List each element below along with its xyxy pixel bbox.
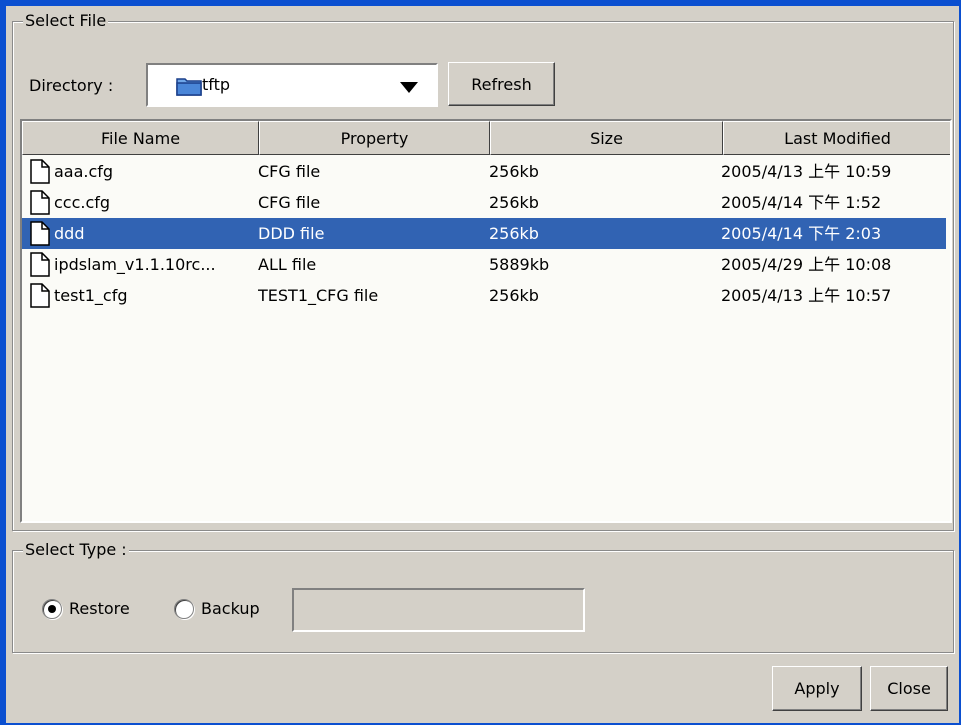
table-row[interactable]: test1_cfg TEST1_CFG file 256kb 2005/4/13… [22, 280, 946, 311]
select-file-legend: Select File [23, 11, 109, 30]
cell-property: ALL file [258, 255, 317, 274]
file-table: File Name Property Size Last Modified aa… [20, 119, 952, 523]
restore-label[interactable]: Restore [69, 599, 130, 619]
column-header-property[interactable]: Property [259, 121, 490, 155]
cell-last-modified: 2005/4/29 上午 10:08 [721, 255, 892, 274]
cell-size: 256kb [489, 286, 539, 305]
directory-combobox[interactable]: tftp [146, 63, 438, 107]
cell-file-name: aaa.cfg [54, 162, 114, 181]
column-header-size[interactable]: Size [490, 121, 723, 155]
restore-radio[interactable] [42, 599, 62, 619]
cell-size: 256kb [489, 162, 539, 181]
cell-property: CFG file [258, 193, 321, 212]
apply-button[interactable]: Apply [772, 666, 862, 711]
directory-label: Directory : [29, 76, 114, 95]
cell-file-name: test1_cfg [54, 286, 128, 305]
cell-last-modified: 2005/4/14 下午 1:52 [721, 193, 882, 212]
table-row[interactable]: aaa.cfg CFG file 256kb 2005/4/13 上午 10:5… [22, 156, 946, 187]
column-header-last-modified[interactable]: Last Modified [723, 121, 950, 155]
backup-label[interactable]: Backup [201, 599, 260, 619]
file-dialog: Select File Directory : tftp Refresh Fil… [6, 6, 959, 723]
backup-radio[interactable] [174, 599, 194, 619]
column-header-label: Last Modified [784, 128, 891, 148]
directory-value: tftp [202, 75, 231, 94]
table-row[interactable]: ipdslam_v1.1.10rc... ALL file 5889kb 200… [22, 249, 946, 280]
column-header-file-name[interactable]: File Name [22, 121, 259, 155]
cell-size: 256kb [489, 224, 539, 243]
column-header-label: File Name [100, 128, 181, 148]
cell-property: CFG file [258, 162, 321, 181]
refresh-button[interactable]: Refresh [448, 62, 555, 106]
cell-property: TEST1_CFG file [258, 286, 379, 305]
file-icon [30, 221, 50, 250]
cell-file-name: ccc.cfg [54, 193, 111, 212]
select-type-legend: Select Type : [23, 540, 129, 559]
file-icon [30, 190, 50, 219]
cell-size: 256kb [489, 193, 539, 212]
file-icon [30, 159, 50, 188]
folder-icon [176, 76, 202, 100]
table-row-selected[interactable]: ddd DDD file 256kb 2005/4/14 下午 2:03 [22, 218, 946, 249]
column-header-label: Property [340, 128, 409, 148]
table-row[interactable]: ccc.cfg CFG file 256kb 2005/4/14 下午 1:52 [22, 187, 946, 218]
cell-file-name: ipdslam_v1.1.10rc... [54, 255, 216, 274]
file-icon [30, 252, 50, 281]
cell-size: 5889kb [489, 255, 550, 274]
cell-last-modified: 2005/4/14 下午 2:03 [721, 224, 882, 243]
file-icon [30, 283, 50, 312]
chevron-down-icon[interactable] [400, 79, 418, 98]
close-button[interactable]: Close [870, 666, 948, 711]
cell-last-modified: 2005/4/13 上午 10:57 [721, 286, 892, 305]
cell-last-modified: 2005/4/13 上午 10:59 [721, 162, 892, 181]
cell-file-name: ddd [54, 224, 85, 243]
cell-property: DDD file [258, 224, 325, 243]
radio-selected-dot [48, 605, 56, 613]
column-header-label: Size [590, 128, 623, 148]
backup-filename-input[interactable] [292, 588, 585, 632]
